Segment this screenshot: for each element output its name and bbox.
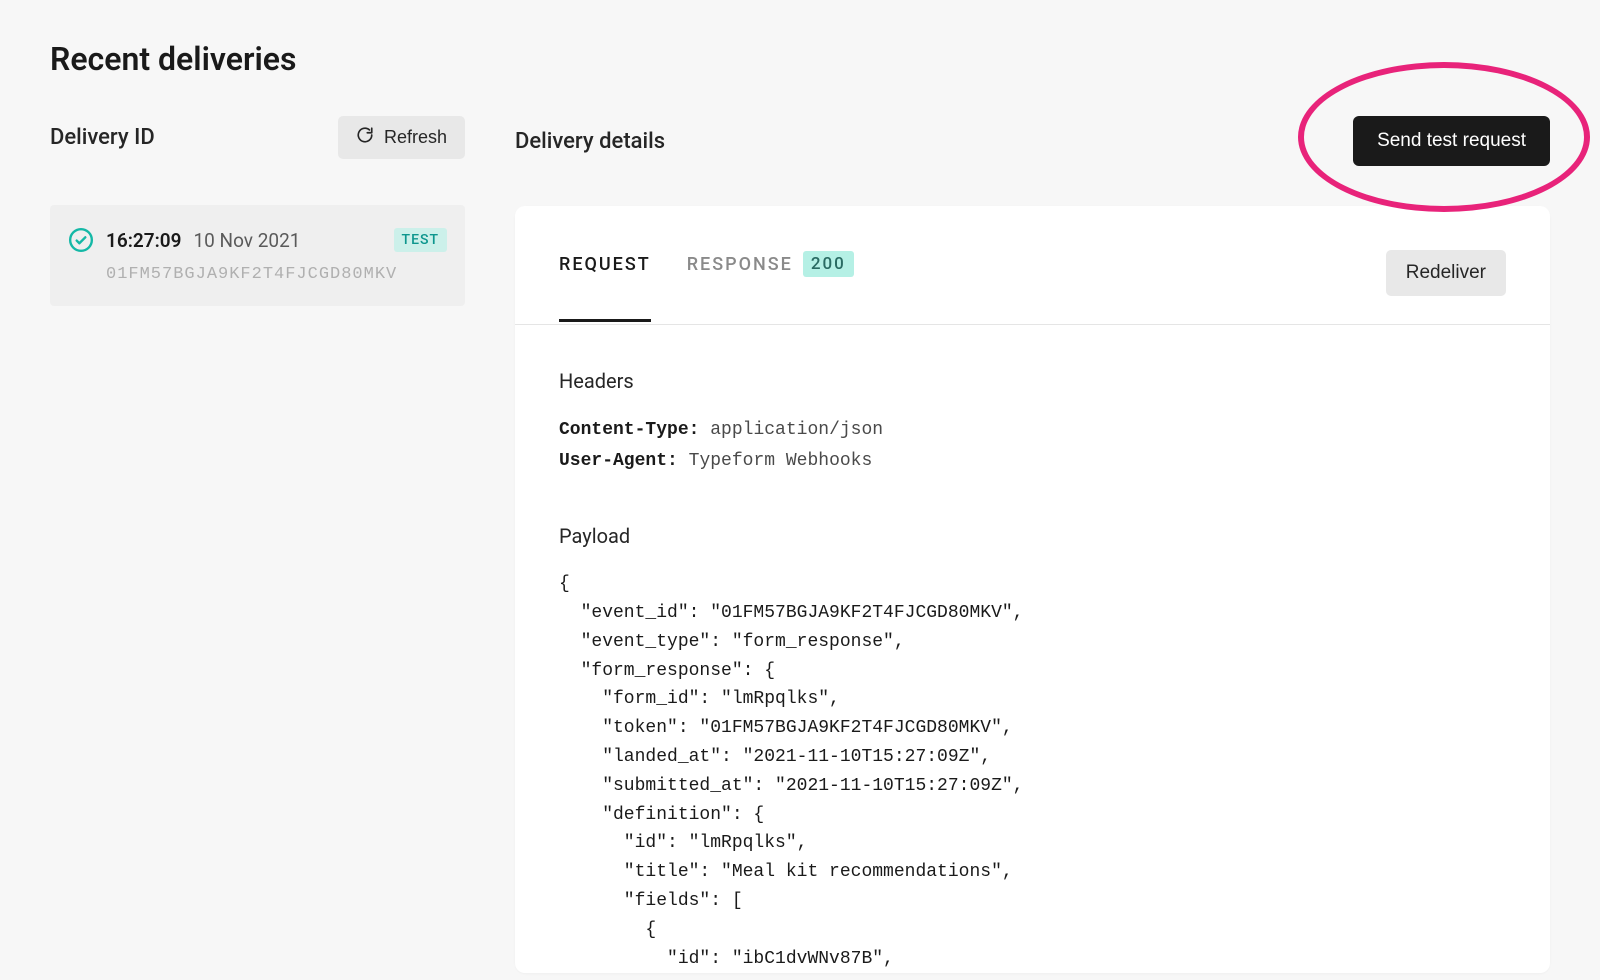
delivery-list-item[interactable]: 16:27:09 10 Nov 2021 TEST 01FM57BGJA9KF2… — [50, 205, 465, 306]
header-content-type-value: application/json — [710, 420, 883, 440]
header-user-agent: User-Agent: Typeform Webhooks — [559, 446, 1506, 477]
delivery-details-heading: Delivery details — [515, 129, 665, 154]
tab-response[interactable]: RESPONSE 200 — [687, 251, 854, 323]
refresh-button[interactable]: Refresh — [338, 116, 465, 159]
success-check-icon — [68, 227, 94, 253]
tabs-row: REQUEST RESPONSE 200 Redeliver — [515, 206, 1550, 325]
delivery-date: 10 Nov 2021 — [193, 229, 300, 252]
refresh-button-label: Refresh — [384, 127, 447, 148]
refresh-icon — [356, 126, 374, 149]
delivery-details-column: Delivery details Send test request REQUE… — [515, 116, 1550, 973]
headers-title: Headers — [559, 369, 1506, 393]
delivery-details-header: Delivery details Send test request — [515, 116, 1550, 166]
delivery-time: 16:27:09 — [106, 229, 181, 252]
headers-section: Headers Content-Type: application/json U… — [559, 369, 1506, 476]
tabs-group: REQUEST RESPONSE 200 — [559, 251, 854, 323]
panel-body: Headers Content-Type: application/json U… — [515, 325, 1550, 973]
delivery-id-value: 01FM57BGJA9KF2T4FJCGD80MKV — [68, 265, 447, 284]
header-content-type: Content-Type: application/json — [559, 415, 1506, 446]
header-user-agent-key: User-Agent: — [559, 451, 678, 471]
delivery-id-heading: Delivery ID — [50, 125, 155, 150]
tab-request[interactable]: REQUEST — [559, 254, 651, 321]
response-status-badge: 200 — [803, 251, 854, 277]
header-user-agent-value: Typeform Webhooks — [689, 451, 873, 471]
tab-response-label: RESPONSE — [687, 254, 793, 275]
redeliver-button[interactable]: Redeliver — [1386, 250, 1506, 296]
delivery-item-top: 16:27:09 10 Nov 2021 TEST — [68, 227, 447, 253]
payload-json: { "event_id": "01FM57BGJA9KF2T4FJCGD80MK… — [559, 570, 1506, 973]
send-test-request-button[interactable]: Send test request — [1353, 116, 1550, 166]
delivery-id-header: Delivery ID Refresh — [50, 116, 465, 159]
header-content-type-key: Content-Type: — [559, 420, 699, 440]
main-layout: Delivery ID Refresh — [50, 116, 1550, 973]
page-title: Recent deliveries — [50, 40, 1550, 78]
details-panel: REQUEST RESPONSE 200 Redeliver Headers C… — [515, 206, 1550, 973]
delivery-id-column: Delivery ID Refresh — [50, 116, 465, 306]
payload-title: Payload — [559, 524, 1506, 548]
test-badge: TEST — [394, 228, 447, 252]
